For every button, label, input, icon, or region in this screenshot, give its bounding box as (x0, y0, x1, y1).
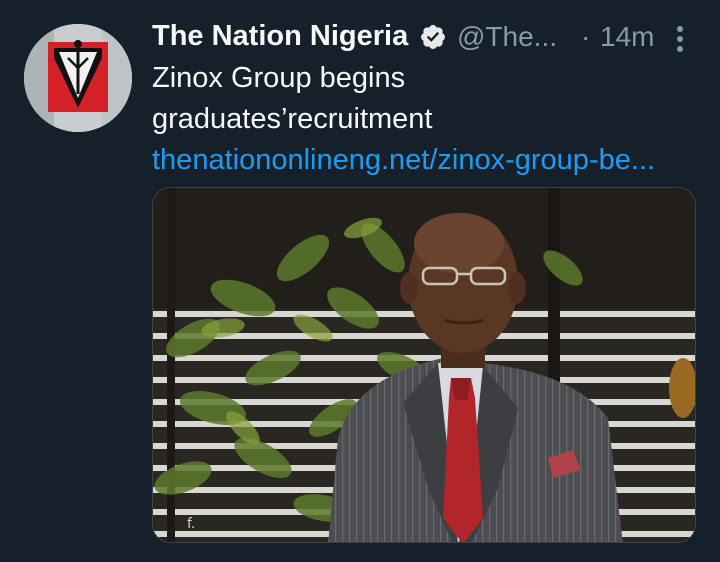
tweet-text-line: Zinox Group begins (152, 62, 406, 94)
tweet-header: The Nation Nigeria @The... · 14m (152, 14, 702, 58)
verified-badge-icon (421, 25, 445, 49)
tweet-text: Zinox Group begins graduates’recruitment… (152, 58, 702, 181)
photo-icon: f. (153, 188, 695, 542)
tweet-card[interactable]: The Nation Nigeria @The... · 14m Zinox G… (0, 0, 720, 562)
timestamp[interactable]: 14m (600, 21, 654, 53)
more-options-icon[interactable] (668, 24, 692, 54)
article-link[interactable]: thenationonlineng.net/zinox-group-be... (152, 144, 655, 176)
svg-text:f.: f. (187, 516, 195, 532)
the-nation-logo-icon (24, 24, 132, 132)
avatar[interactable] (24, 24, 132, 132)
tweet-media-image[interactable]: f. (152, 187, 696, 543)
tweet-text-line: graduates’recruitment (152, 103, 433, 135)
user-handle[interactable]: @The... (457, 21, 557, 53)
display-name[interactable]: The Nation Nigeria (152, 20, 408, 53)
separator-dot: · (581, 21, 591, 52)
